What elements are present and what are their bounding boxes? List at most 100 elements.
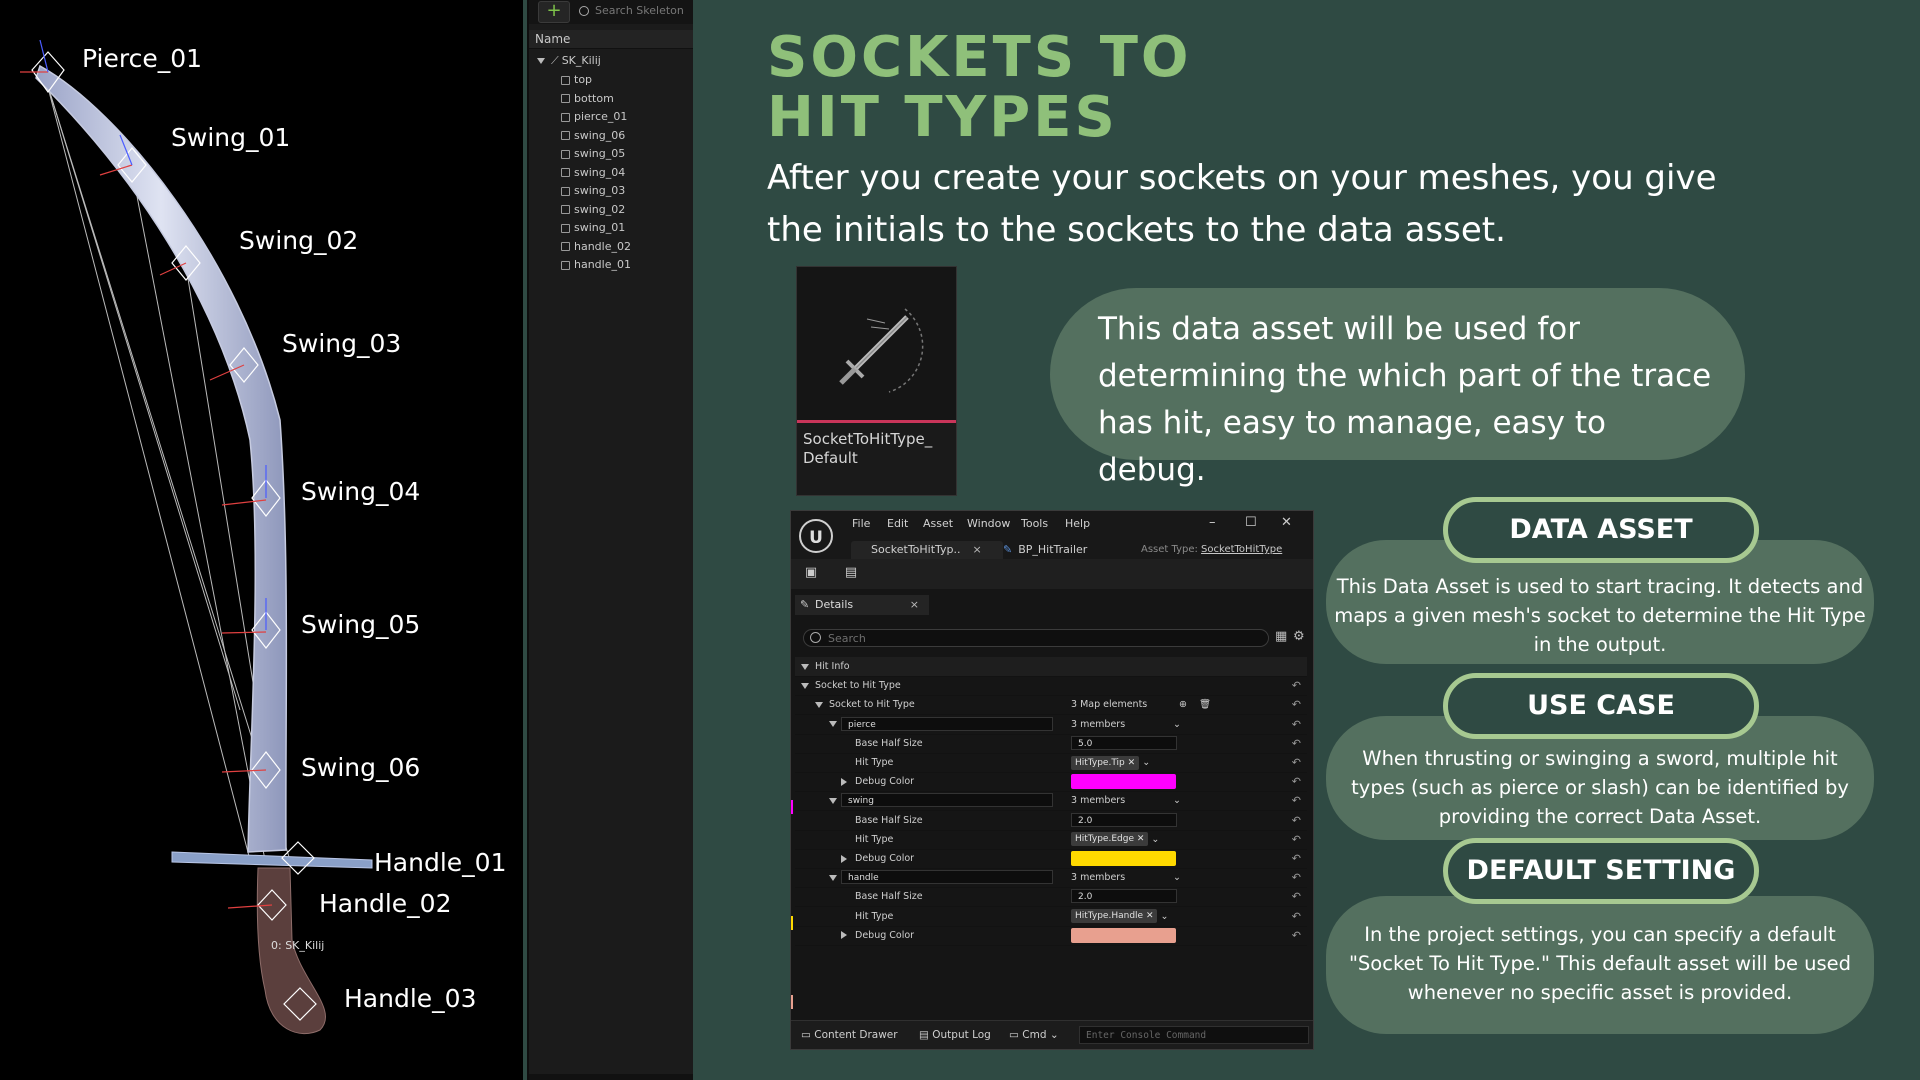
expand-arrow-icon[interactable] <box>841 772 853 791</box>
asset-thumbnail[interactable]: SocketToHitType_ Default <box>796 266 957 496</box>
save-icon[interactable]: ▣ <box>803 565 819 581</box>
maximize-icon[interactable]: ☐ <box>1245 515 1257 530</box>
category-hit-info[interactable]: Hit Info <box>795 657 1307 677</box>
skeleton-scrollbar[interactable] <box>529 1074 693 1080</box>
socket-row[interactable]: swing_05 <box>561 146 625 162</box>
reset-to-default-icon[interactable]: ↶ <box>1292 887 1301 906</box>
property-debug-color[interactable]: Debug Color ↶ <box>795 926 1307 946</box>
reset-to-default-icon[interactable]: ↶ <box>1292 715 1301 734</box>
expand-arrow-icon[interactable] <box>537 58 545 64</box>
tree-root-row[interactable]: ⟋ SK_Kilij <box>537 53 601 69</box>
console-command-input[interactable]: Enter Console Command <box>1079 1026 1309 1044</box>
reset-to-default-icon[interactable]: ↶ <box>1292 811 1301 830</box>
close-details-icon[interactable]: × <box>910 595 919 615</box>
property-base-half-size[interactable]: Base Half Size 2.0 ↶ <box>795 887 1307 908</box>
add-socket-button[interactable]: + <box>538 1 570 23</box>
property-hit-type[interactable]: Hit Type HitType.Handle ✕ ⌄ ↶ <box>795 907 1307 927</box>
skeleton-search-input[interactable]: Search Skeleton <box>579 1 693 21</box>
map-key-field[interactable]: handle <box>841 870 1053 885</box>
reset-to-default-icon[interactable]: ↶ <box>1292 926 1301 945</box>
property-debug-color[interactable]: Debug Color ↶ <box>795 772 1307 793</box>
base-half-size-input[interactable]: 2.0 <box>1071 889 1177 904</box>
chevron-down-icon[interactable]: ⌄ <box>1173 791 1181 810</box>
output-log-button[interactable]: ▤ Output Log <box>919 1021 991 1049</box>
reset-to-default-icon[interactable]: ↶ <box>1292 868 1301 887</box>
debug-color-swatch[interactable] <box>1071 851 1176 866</box>
reset-to-default-icon[interactable]: ↶ <box>1292 734 1301 753</box>
details-panel-tab[interactable]: ✎ Details × <box>795 595 929 615</box>
property-base-half-size[interactable]: Base Half Size 2.0 ↶ <box>795 811 1307 831</box>
map-entry-handle[interactable]: handle 3 members ⌄ ↶ <box>795 868 1307 889</box>
reset-to-default-icon[interactable]: ↶ <box>1292 830 1301 849</box>
menu-file[interactable]: File <box>852 517 870 530</box>
menu-help[interactable]: Help <box>1065 517 1090 530</box>
reset-to-default-icon[interactable]: ↶ <box>1292 907 1301 926</box>
remove-tag-icon[interactable]: ✕ <box>1143 911 1154 921</box>
reset-to-default-icon[interactable]: ↶ <box>1292 791 1301 810</box>
expand-arrow-icon[interactable] <box>801 657 815 676</box>
asset-type-link[interactable]: SocketToHitType <box>1201 544 1282 555</box>
socket-row[interactable]: handle_02 <box>561 239 631 255</box>
remove-tag-icon[interactable]: ✕ <box>1134 834 1145 844</box>
socket-row[interactable]: handle_01 <box>561 257 631 273</box>
property-hit-type[interactable]: Hit Type HitType.Edge ✕ ⌄ ↶ <box>795 830 1307 850</box>
delete-icon[interactable]: 🗑 <box>1199 695 1211 714</box>
chevron-down-icon[interactable]: ⌄ <box>1148 834 1159 845</box>
menu-window[interactable]: Window <box>967 517 1010 530</box>
browse-asset-icon[interactable]: ▤ <box>843 565 859 581</box>
debug-color-swatch[interactable] <box>1071 774 1176 790</box>
settings-gear-icon[interactable]: ⚙ <box>1293 629 1305 644</box>
details-search-input[interactable]: Search <box>803 629 1269 647</box>
map-key-field[interactable]: pierce <box>841 716 1053 731</box>
property-base-half-size[interactable]: Base Half Size 5.0 ↶ <box>795 734 1307 754</box>
tab-bp-hittrailer[interactable]: ✎ BP_HitTrailer <box>1003 541 1087 559</box>
reset-to-default-icon[interactable]: ↶ <box>1292 849 1301 868</box>
close-window-icon[interactable]: ✕ <box>1281 515 1292 530</box>
property-socket-to-hit-type[interactable]: Socket to Hit Type ↶ <box>795 676 1307 697</box>
hit-type-tag[interactable]: HitType.Edge ✕ ⌄ <box>1071 830 1159 849</box>
reset-to-default-icon[interactable]: ↶ <box>1292 753 1301 772</box>
socket-row[interactable]: swing_03 <box>561 183 625 199</box>
map-entry-swing[interactable]: swing 3 members ⌄ ↶ <box>795 791 1307 812</box>
expand-arrow-icon[interactable] <box>801 676 815 695</box>
socket-row[interactable]: bottom <box>561 91 614 107</box>
expand-arrow-icon[interactable] <box>841 849 853 868</box>
expand-arrow-icon[interactable] <box>815 695 829 714</box>
reset-to-default-icon[interactable]: ↶ <box>1292 772 1301 791</box>
reset-to-default-icon[interactable]: ↶ <box>1292 695 1301 714</box>
base-half-size-input[interactable]: 2.0 <box>1071 812 1177 827</box>
content-drawer-button[interactable]: ▭ Content Drawer <box>801 1021 898 1049</box>
menu-asset[interactable]: Asset <box>923 517 953 530</box>
hit-type-tag[interactable]: HitType.Tip ✕ ⌄ <box>1071 753 1150 772</box>
socket-row[interactable]: top <box>561 72 592 88</box>
chevron-down-icon[interactable]: ⌄ <box>1139 757 1150 768</box>
property-map-header[interactable]: Socket to Hit Type 3 Map elements ⊕ 🗑 ↶ <box>795 695 1307 716</box>
property-hit-type[interactable]: Hit Type HitType.Tip ✕ ⌄ ↶ <box>795 753 1307 773</box>
socket-row[interactable]: swing_01 <box>561 220 625 236</box>
reset-to-default-icon[interactable]: ↶ <box>1292 676 1301 695</box>
socket-row[interactable]: swing_02 <box>561 202 625 218</box>
table-view-icon[interactable]: ▦ <box>1275 629 1287 644</box>
socket-row[interactable]: swing_04 <box>561 165 625 181</box>
property-debug-color[interactable]: Debug Color ↶ <box>795 849 1307 869</box>
chevron-down-icon[interactable]: ⌄ <box>1157 911 1169 922</box>
skeleton-viewport[interactable]: Pierce_01 Swing_01 Swing_02 Swing_03 Swi… <box>0 0 523 1080</box>
add-element-icon[interactable]: ⊕ <box>1179 695 1187 714</box>
cmd-dropdown[interactable]: ▭ Cmd ⌄ <box>1009 1021 1059 1049</box>
menu-tools[interactable]: Tools <box>1021 517 1048 530</box>
tab-socket-to-hit-type[interactable]: SocketToHitTyp.. × <box>851 541 1003 559</box>
remove-tag-icon[interactable]: ✕ <box>1125 758 1136 768</box>
socket-row[interactable]: pierce_01 <box>561 109 627 125</box>
menu-edit[interactable]: Edit <box>887 517 908 530</box>
base-half-size-input[interactable]: 5.0 <box>1071 735 1177 750</box>
map-entry-pierce[interactable]: pierce 3 members ⌄ ↶ <box>795 715 1307 735</box>
map-key-field[interactable]: swing <box>841 793 1053 808</box>
chevron-down-icon[interactable]: ⌄ <box>1173 715 1181 734</box>
chevron-down-icon[interactable]: ⌄ <box>1173 868 1181 887</box>
close-tab-icon[interactable]: × <box>973 543 982 556</box>
minimize-icon[interactable]: – <box>1209 515 1216 530</box>
debug-color-swatch[interactable] <box>1071 927 1176 943</box>
hit-type-tag[interactable]: HitType.Handle ✕ ⌄ <box>1071 907 1168 926</box>
socket-row[interactable]: swing_06 <box>561 128 625 144</box>
skeleton-column-header[interactable]: Name <box>529 30 693 49</box>
